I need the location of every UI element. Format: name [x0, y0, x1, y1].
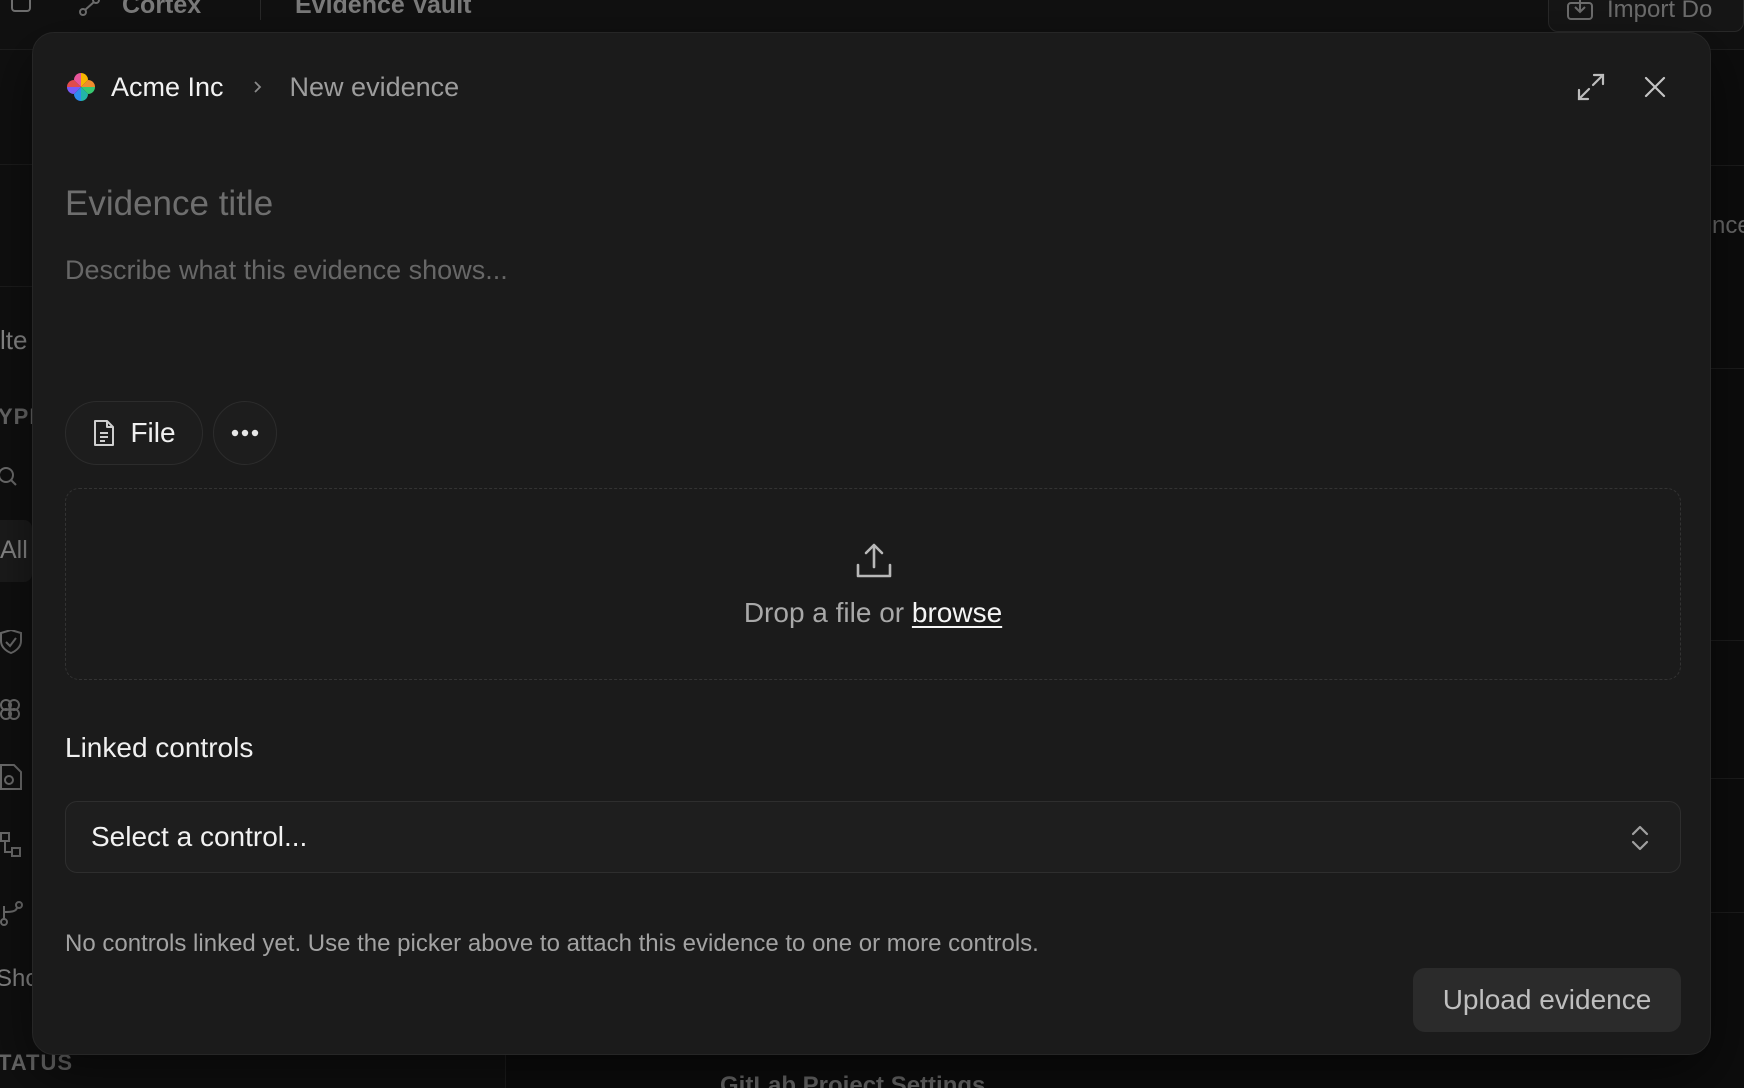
upload-icon [856, 543, 892, 578]
import-icon [1567, 0, 1593, 20]
upload-evidence-button[interactable]: Upload evidence [1413, 968, 1681, 1032]
search-icon [0, 466, 22, 488]
org-name[interactable]: Acme Inc [111, 72, 224, 103]
pinwheel-logo-icon [67, 73, 95, 101]
branch-icon[interactable] [0, 900, 23, 926]
import-button[interactable]: Import Do [1548, 0, 1744, 32]
new-evidence-dialog: Acme Inc New evidence File Dro [32, 32, 1711, 1055]
topbar-vault-label: Evidence Vault [295, 0, 472, 19]
control-select-value: Select a control... [91, 821, 308, 852]
evidence-description-input[interactable] [65, 255, 1665, 405]
topbar-divider [260, 0, 261, 20]
close-icon [1644, 76, 1666, 98]
cortex-icon [79, 0, 100, 16]
dropzone-text: Drop a file or browse [66, 597, 1680, 629]
blocks-icon[interactable] [0, 698, 22, 720]
filters-heading: lte [0, 325, 28, 355]
document-icon[interactable] [0, 764, 22, 790]
control-select[interactable]: Select a control... [65, 801, 1681, 873]
file-type-chip[interactable]: File [65, 401, 203, 465]
linked-controls-heading: Linked controls [65, 732, 254, 763]
file-dropzone[interactable]: Drop a file or browse [65, 488, 1681, 680]
expand-icon [1577, 73, 1605, 101]
linked-controls-hint: No controls linked yet. Use the picker a… [65, 930, 1039, 957]
close-button[interactable] [1635, 67, 1675, 107]
topbar-square-icon [10, 0, 32, 13]
import-label: Import Do [1607, 0, 1713, 23]
file-chip-label: File [130, 417, 176, 448]
filter-all[interactable]: All [0, 520, 32, 582]
more-options-button[interactable] [213, 401, 277, 465]
hierarchy-icon[interactable] [0, 832, 22, 857]
background-column-fragment: nce [1712, 212, 1744, 239]
expand-button[interactable] [1571, 67, 1611, 107]
chevron-up-down-icon [1631, 825, 1649, 851]
filter-all-label: All [0, 536, 28, 564]
dropzone-prefix: Drop a file or [743, 597, 912, 628]
topbar-evidence-vault[interactable]: Evidence Vault [295, 0, 471, 20]
topbar-cortex[interactable]: Cortex [76, 0, 201, 20]
more-horizontal-icon [231, 429, 259, 437]
file-icon [94, 420, 115, 446]
evidence-title-input[interactable] [65, 177, 1665, 231]
chevron-right-icon [253, 81, 261, 93]
topbar-cortex-label: Cortex [122, 0, 202, 19]
background-row-title: GitLab Project Settings [720, 1072, 986, 1088]
dialog-breadcrumb: Acme Inc New evidence [65, 67, 459, 107]
browse-link[interactable]: browse [912, 597, 1002, 628]
breadcrumb-current: New evidence [289, 71, 460, 102]
shield-icon[interactable] [0, 628, 22, 655]
